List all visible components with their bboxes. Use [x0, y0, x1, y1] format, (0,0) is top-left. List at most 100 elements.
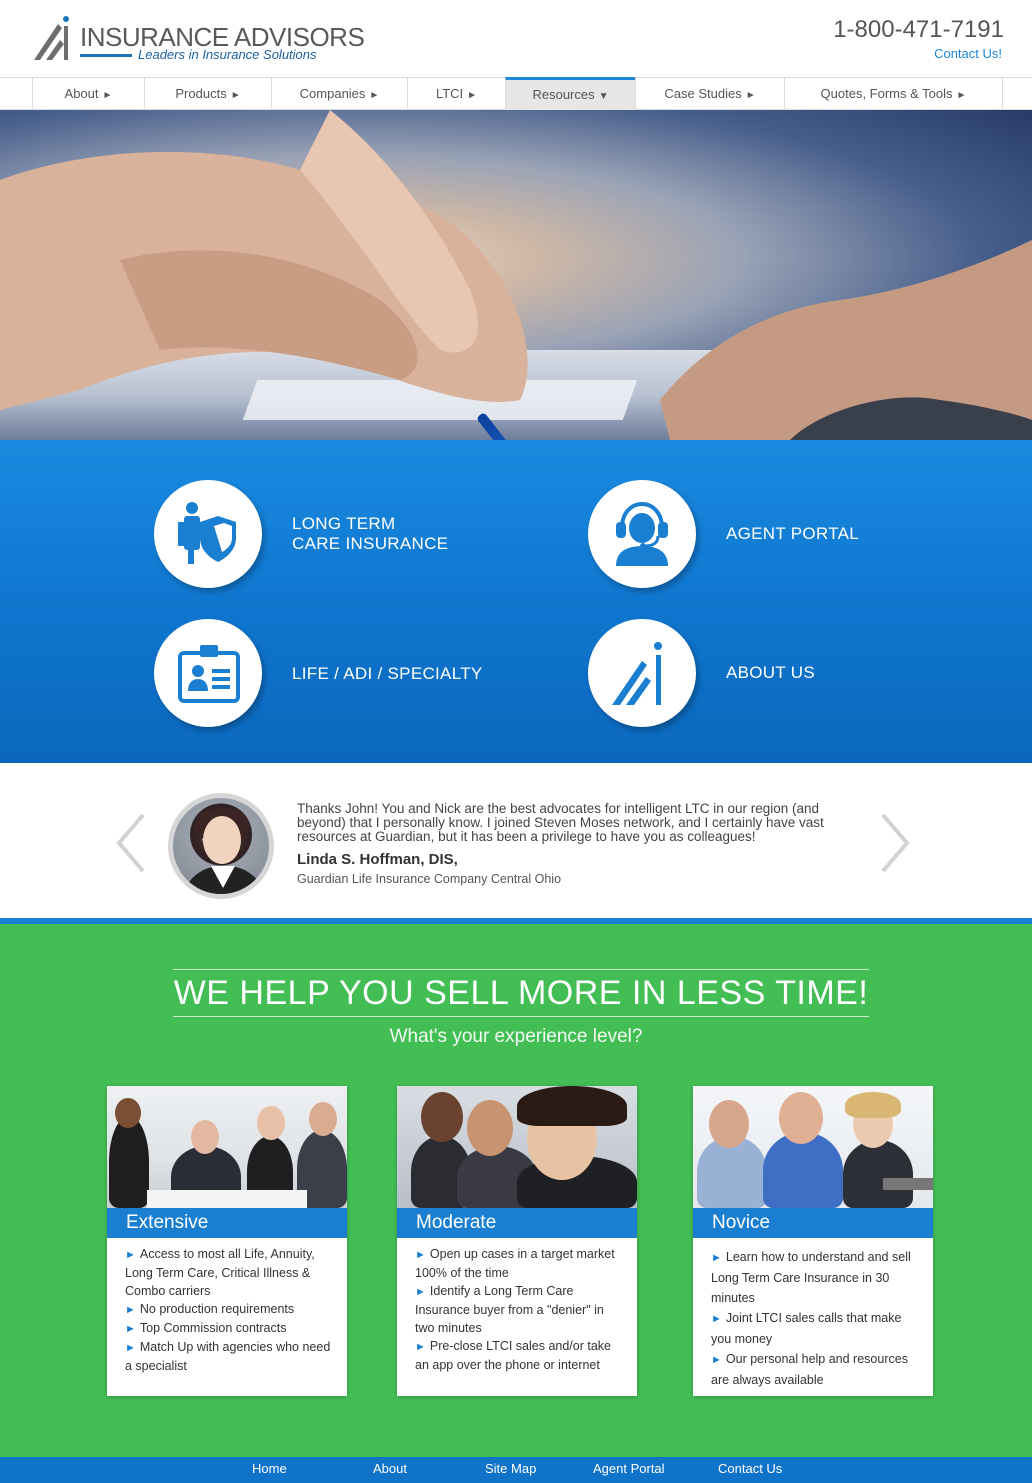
photo-laptop: [883, 1178, 933, 1190]
hero-hand-left: [0, 110, 528, 410]
chevron-right-icon: ►: [230, 90, 241, 101]
card-title: Extensive: [107, 1208, 347, 1238]
card-extensive[interactable]: Extensive ► Access to most all Life, Annu…: [107, 1086, 347, 1396]
list-item: ► Access to most all Life, Annuity, Long …: [125, 1245, 335, 1300]
list-item-text: Top Commission contracts: [139, 1321, 287, 1335]
testimonial-section: Thanks John! You and Nick are the best a…: [0, 763, 1032, 918]
card-moderate[interactable]: Moderate ► Open up cases in a target mark…: [397, 1086, 637, 1396]
avatar-face: [203, 816, 241, 864]
list-item-text: Identify a Long Term Care Insurance buye…: [415, 1284, 604, 1335]
bullet-arrow-icon: ►: [125, 1342, 136, 1354]
card-list: ► Open up cases in a target market 100% o…: [415, 1245, 625, 1374]
chevron-right-icon: ►: [956, 90, 967, 101]
contact-us-link[interactable]: Contact Us!: [934, 46, 1002, 61]
nav-item-quotes-forms-tools[interactable]: Quotes, Forms & Tools ►: [784, 78, 1002, 110]
list-item: ► Open up cases in a target market 100% o…: [415, 1245, 625, 1282]
logo-mark-icon: [34, 16, 69, 60]
logo-mark-icon: [612, 642, 662, 705]
card-list: ► Learn how to understand and sell Long T…: [711, 1247, 921, 1390]
list-item: ► Our personal help and resources are alw…: [711, 1349, 921, 1390]
photo-person: [109, 1116, 149, 1208]
chevron-left-icon[interactable]: [116, 813, 146, 873]
list-item-text: Pre-close LTCI sales and/or take an app …: [415, 1339, 611, 1372]
list-item-text: Access to most all Life, Annuity, Long T…: [125, 1247, 315, 1298]
photo-hair: [517, 1086, 627, 1126]
photo-head: [709, 1100, 749, 1148]
logo-tagline: Leaders in Insurance Solutions: [138, 47, 317, 62]
footer-link-site-map[interactable]: Site Map: [485, 1461, 536, 1476]
nav-item-ltci[interactable]: LTCI ►: [407, 78, 505, 110]
footer-link-home[interactable]: Home: [252, 1461, 287, 1476]
nav-item-products[interactable]: Products ►: [144, 78, 271, 110]
list-item: ► Match Up with agencies who need a speci…: [125, 1338, 335, 1375]
feature-circle: [154, 619, 262, 727]
list-item-text: No production requirements: [139, 1302, 295, 1316]
bullet-arrow-icon: ►: [415, 1286, 426, 1298]
phone-number[interactable]: 1-800-471-7191: [833, 16, 1004, 44]
testimonial-author: Linda S. Hoffman, DIS,: [297, 851, 458, 868]
footer-link-contact-us[interactable]: Contact Us: [718, 1461, 782, 1476]
nav-label: Quotes, Forms & Tools: [820, 86, 953, 101]
nav-item-companies[interactable]: Companies ►: [271, 78, 407, 110]
site-footer: Home About Site Map Agent Portal Contact…: [0, 1457, 1032, 1483]
photo-head: [421, 1092, 463, 1142]
photo-head: [115, 1098, 141, 1128]
list-item: ► Identify a Long Term Care Insurance buy…: [415, 1282, 625, 1337]
card-photo: [397, 1086, 637, 1208]
nav-label: Products: [175, 86, 227, 101]
bullet-arrow-icon: ►: [125, 1323, 136, 1335]
photo-head: [191, 1120, 219, 1154]
chevron-right-icon[interactable]: [880, 813, 910, 873]
bullet-arrow-icon: ►: [711, 1252, 722, 1264]
site-logo[interactable]: INSURANCE ADVISORS Leaders in Insurance …: [32, 16, 365, 66]
list-item: ► Learn how to understand and sell Long T…: [711, 1247, 921, 1308]
list-item-text: Our personal help and resources are alwa…: [711, 1352, 908, 1387]
nav-item-about[interactable]: About ►: [32, 78, 144, 110]
list-item-text: Joint LTCI sales calls that make you mon…: [711, 1311, 902, 1346]
photo-head: [257, 1106, 285, 1140]
nav-item-resources[interactable]: Resources ▼: [505, 77, 635, 110]
photo-person: [843, 1140, 913, 1208]
card-photo: [107, 1086, 347, 1208]
features-band: LONG TERM CARE INSURANCE AGENT PORTAL LI…: [0, 440, 1032, 763]
bullet-arrow-icon: ►: [415, 1341, 426, 1353]
list-item-text: Open up cases in a target market 100% of…: [415, 1247, 615, 1280]
list-item: ► No production requirements: [125, 1300, 335, 1319]
feature-circle: [154, 480, 262, 588]
chevron-right-icon: ►: [745, 90, 756, 101]
chevron-right-icon: ►: [467, 90, 478, 101]
chevron-right-icon: ►: [102, 90, 113, 101]
bullet-arrow-icon: ►: [125, 1304, 136, 1316]
promo-title: WE HELP YOU SELL MORE IN LESS TIME!: [173, 969, 869, 1017]
nav-label: About: [64, 86, 99, 101]
nav-item-case-studies[interactable]: Case Studies ►: [635, 78, 784, 110]
photo-hair: [845, 1092, 901, 1118]
testimonial-organization: Guardian Life Insurance Company Central …: [297, 872, 562, 886]
list-item: ► Joint LTCI sales calls that make you mo…: [711, 1308, 921, 1349]
site-header: INSURANCE ADVISORS Leaders in Insurance …: [0, 0, 1032, 78]
shield-person-icon: [178, 502, 236, 564]
photo-head: [467, 1100, 513, 1156]
list-item-text: Learn how to understand and sell Long Te…: [711, 1250, 911, 1305]
footer-link-agent-portal[interactable]: Agent Portal: [593, 1461, 665, 1476]
id-card-icon: [178, 645, 240, 703]
chevron-down-icon: ▼: [598, 91, 609, 102]
nav-divider: [1002, 78, 1003, 110]
chevron-right-icon: ►: [369, 90, 380, 101]
footer-link-about[interactable]: About: [373, 1461, 407, 1476]
card-title: Moderate: [397, 1208, 637, 1238]
list-item-text: Match Up with agencies who need a specia…: [125, 1340, 331, 1373]
experience-section: WE HELP YOU SELL MORE IN LESS TIME! What…: [0, 924, 1032, 1457]
nav-label: Resources: [532, 87, 595, 102]
list-item: ► Top Commission contracts: [125, 1319, 335, 1338]
feature-label-line2: CARE INSURANCE: [292, 534, 449, 553]
bullet-arrow-icon: ►: [711, 1313, 722, 1325]
list-item: ► Pre-close LTCI sales and/or take an app…: [415, 1337, 625, 1374]
nav-label: Companies: [299, 86, 366, 101]
hero-hand-right: [660, 240, 1032, 440]
feature-label: LIFE / ADI / SPECIALTY: [292, 664, 483, 683]
bullet-arrow-icon: ►: [415, 1249, 426, 1261]
card-title: Novice: [693, 1208, 933, 1238]
card-novice[interactable]: Novice ► Learn how to understand and sell…: [693, 1086, 933, 1396]
testimonial-quote: Thanks John! You and Nick are the best a…: [297, 801, 824, 844]
